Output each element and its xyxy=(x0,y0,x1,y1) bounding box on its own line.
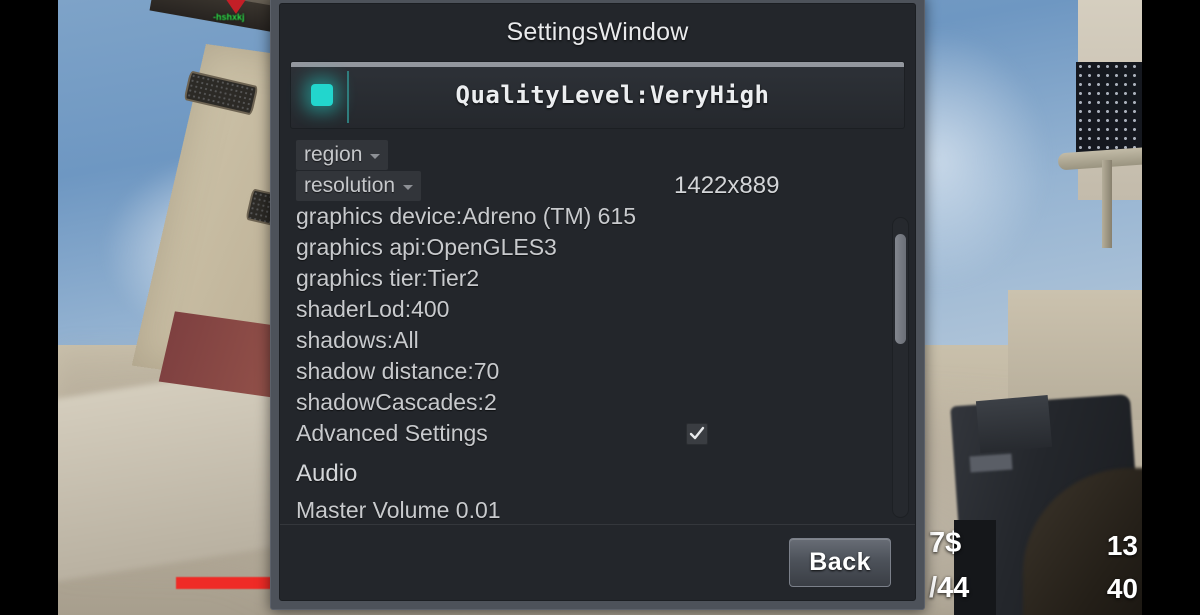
hud-ammo-reserve: /44 xyxy=(929,572,970,604)
master-volume-row: Master Volume 0.01 xyxy=(296,495,901,524)
audio-section-header: Audio xyxy=(296,449,901,495)
advanced-settings-row-label: Advanced Settings xyxy=(296,420,488,446)
resolution-dropdown-value: 1422x889 xyxy=(674,172,780,199)
quality-level-label: QualityLevel:VeryHigh xyxy=(455,81,770,109)
settings-window: SettingsWindow QualityLevel:VeryHigh reg… xyxy=(270,0,925,610)
master-volume-row-label: Master Volume 0.01 xyxy=(296,497,501,523)
weapon-detail xyxy=(969,453,1013,473)
railing-post xyxy=(1102,160,1112,248)
hud-money: 7$ xyxy=(929,527,962,559)
player-name-label: -hshxkj xyxy=(213,12,245,22)
advanced-settings-checkbox[interactable] xyxy=(686,422,708,445)
perforated-panel xyxy=(1076,62,1142,162)
health-bar xyxy=(176,577,271,589)
quality-divider xyxy=(347,71,349,123)
hud-ammo-max: 40 xyxy=(1106,573,1138,604)
graphics-api-row: graphics api:OpenGLES3 xyxy=(296,232,901,263)
graphics-device-row: graphics device:Adreno (TM) 615 xyxy=(296,201,901,232)
back-button[interactable]: Back xyxy=(789,538,891,587)
graphics-tier-row: graphics tier:Tier2 xyxy=(296,263,901,294)
region-dropdown-button[interactable]: region xyxy=(296,139,389,170)
resolution-dropdown[interactable]: resolution 1422x889 xyxy=(296,170,901,201)
shadows-row-label: shadows:All xyxy=(296,327,419,353)
letterbox-right xyxy=(1142,0,1200,615)
resolution-dropdown-button[interactable]: resolution xyxy=(296,170,422,201)
shadow-cascades-row: shadowCascades:2 xyxy=(296,387,901,418)
letterbox-left xyxy=(0,0,58,615)
window-footer: Back xyxy=(280,524,915,600)
quality-level-control[interactable]: QualityLevel:VeryHigh xyxy=(290,61,905,129)
chevron-down-icon xyxy=(403,184,414,190)
audio-section-header-label: Audio xyxy=(296,460,358,487)
resolution-dropdown-label: resolution xyxy=(304,173,396,197)
shader-lod-row-label: shaderLod:400 xyxy=(296,296,450,322)
settings-list[interactable]: region resolution 1422x889 graphics device:… xyxy=(280,139,915,524)
shadows-row: shadows:All xyxy=(296,325,901,356)
hud-ammo-current: 13 xyxy=(1106,530,1138,561)
shadow-cascades-row-label: shadowCascades:2 xyxy=(296,389,497,415)
window-title: SettingsWindow xyxy=(506,18,689,46)
shadow-distance-row: shadow distance:70 xyxy=(296,356,901,387)
graphics-tier-row-label: graphics tier:Tier2 xyxy=(296,265,480,291)
settings-list-items: region resolution 1422x889 graphics device:… xyxy=(280,139,915,524)
graphics-api-row-label: graphics api:OpenGLES3 xyxy=(296,234,557,260)
quality-indicator-icon xyxy=(311,84,333,106)
region-dropdown-label: region xyxy=(304,142,363,166)
region-dropdown[interactable]: region xyxy=(296,139,901,170)
settings-scrollbar[interactable] xyxy=(892,217,909,518)
shader-lod-row: shaderLod:400 xyxy=(296,294,901,325)
shadow-distance-row-label: shadow distance:70 xyxy=(296,358,500,384)
screen-root: -hshxkj 7$ /44 13 40 SettingsWindow Qual… xyxy=(0,0,1200,615)
scrollbar-thumb[interactable] xyxy=(895,234,906,344)
advanced-settings-row[interactable]: Advanced Settings xyxy=(296,418,901,449)
settings-panel: SettingsWindow QualityLevel:VeryHigh reg… xyxy=(279,3,916,601)
graphics-device-row-label: graphics device:Adreno (TM) 615 xyxy=(296,203,637,229)
weapon-rail xyxy=(975,394,1053,454)
chevron-down-icon xyxy=(370,153,381,159)
check-icon xyxy=(689,426,705,439)
